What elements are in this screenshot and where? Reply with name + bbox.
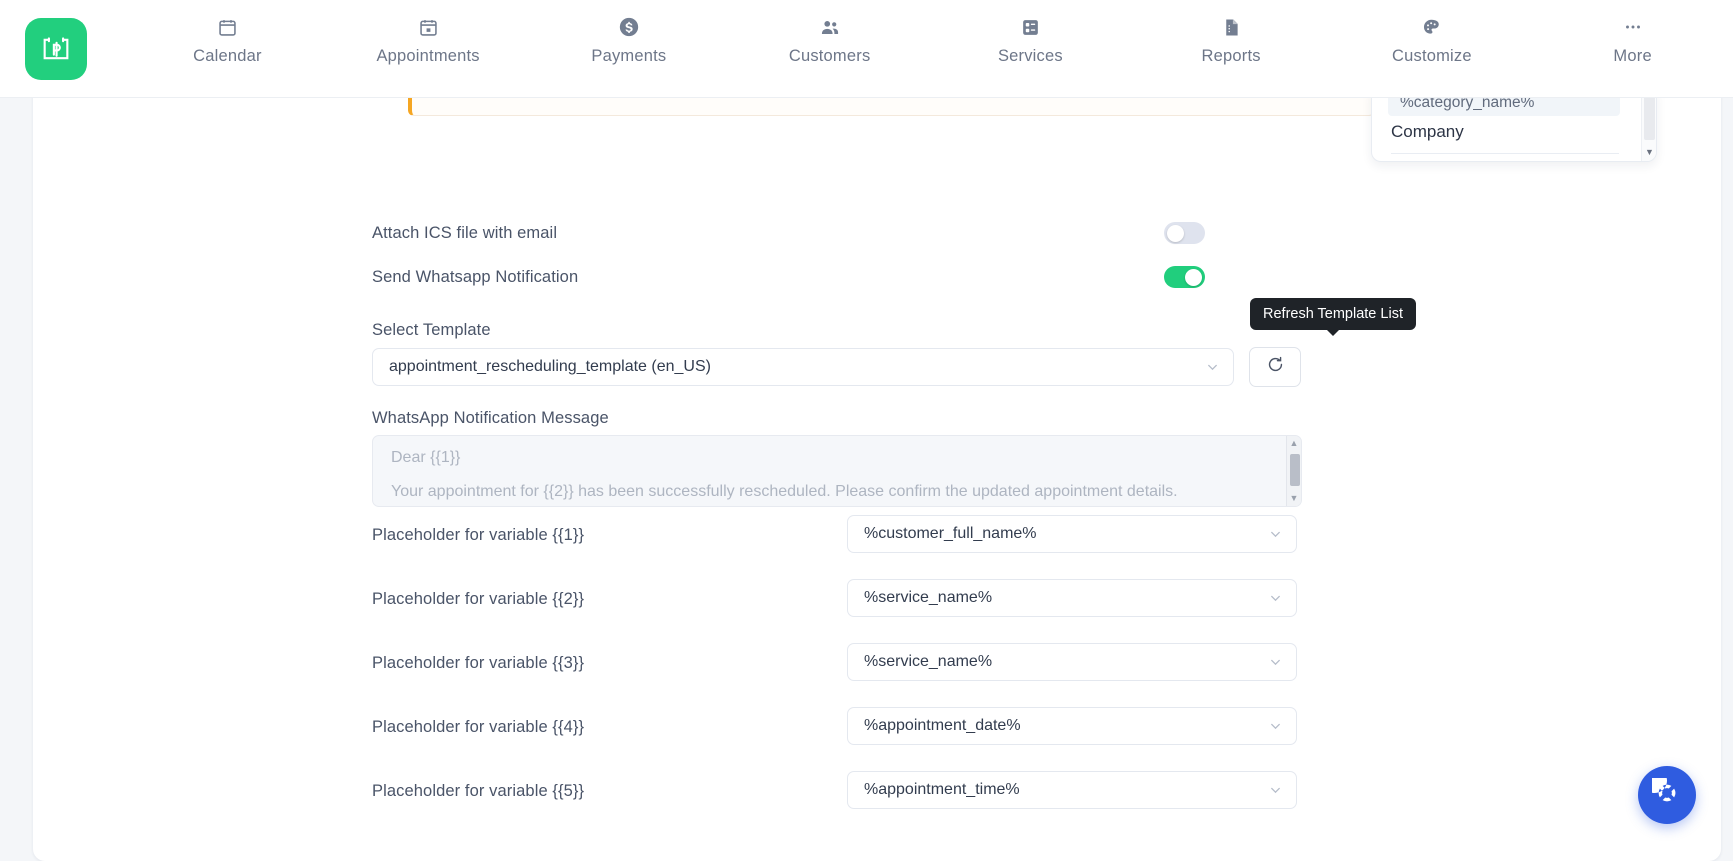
lifebuoy-help-icon bbox=[1642, 768, 1682, 813]
nav-label: Appointments bbox=[376, 47, 480, 65]
message-line-2: Your appointment for {{2}} has been succ… bbox=[391, 483, 1178, 500]
placeholder-2-label: Placeholder for variable {{2}} bbox=[372, 590, 585, 608]
calendar-icon bbox=[216, 16, 238, 38]
nav-items: Calendar Appointments Payments Customers… bbox=[127, 0, 1733, 97]
select-template-dropdown[interactable]: appointment_rescheduling_template (en_US… bbox=[372, 348, 1234, 386]
top-navigation-bar: Calendar Appointments Payments Customers… bbox=[0, 0, 1733, 98]
nav-item-appointments[interactable]: Appointments bbox=[328, 16, 529, 66]
placeholder-4-label: Placeholder for variable {{4}} bbox=[372, 718, 585, 736]
variables-section-heading: Company bbox=[1391, 122, 1619, 154]
document-report-icon bbox=[1220, 16, 1242, 38]
scroll-down-arrow-icon[interactable]: ▼ bbox=[1645, 148, 1654, 157]
scroll-down-arrow-icon[interactable]: ▼ bbox=[1290, 494, 1299, 503]
nav-item-more[interactable]: More bbox=[1532, 16, 1733, 66]
whatsapp-message-textarea[interactable]: Dear {{1}} Your appointment for {{2}} ha… bbox=[372, 435, 1302, 507]
nav-item-calendar[interactable]: Calendar bbox=[127, 16, 328, 66]
nav-item-customize[interactable]: Customize bbox=[1332, 16, 1533, 66]
placeholder-5-label: Placeholder for variable {{5}} bbox=[372, 782, 585, 800]
message-line-1: Dear {{1}} bbox=[391, 449, 461, 466]
services-grid-icon bbox=[1019, 16, 1041, 38]
variables-dropdown-panel: %category_name% Company ▼ bbox=[1371, 90, 1657, 162]
placeholder-3-dropdown[interactable]: %service_name% bbox=[847, 643, 1297, 681]
refresh-icon bbox=[1266, 355, 1285, 379]
tooltip-arrow bbox=[1325, 329, 1340, 336]
scrollbar-thumb[interactable] bbox=[1289, 454, 1300, 486]
palette-icon bbox=[1421, 16, 1443, 38]
chevron-down-icon bbox=[1268, 527, 1283, 542]
placeholder-3-label: Placeholder for variable {{3}} bbox=[372, 654, 585, 672]
placeholder-5-dropdown[interactable]: %appointment_time% bbox=[847, 771, 1297, 809]
attach-ics-label: Attach ICS file with email bbox=[372, 223, 558, 242]
placeholder-2-dropdown[interactable]: %service_name% bbox=[847, 579, 1297, 617]
send-whatsapp-toggle[interactable] bbox=[1164, 266, 1205, 288]
toggle-knob bbox=[1185, 268, 1202, 286]
select-template-value: appointment_rescheduling_template (en_US… bbox=[389, 358, 711, 375]
booking-logo-icon bbox=[39, 32, 73, 66]
placeholder-1-dropdown[interactable]: %customer_full_name% bbox=[847, 515, 1297, 553]
placeholder-1-label: Placeholder for variable {{1}} bbox=[372, 526, 585, 544]
chevron-down-icon bbox=[1268, 719, 1283, 734]
nav-item-reports[interactable]: Reports bbox=[1131, 16, 1332, 66]
nav-label: Reports bbox=[1201, 47, 1261, 65]
send-whatsapp-row: Send Whatsapp Notification bbox=[372, 264, 1205, 290]
people-icon bbox=[819, 16, 841, 38]
refresh-template-button[interactable] bbox=[1249, 347, 1301, 387]
app-logo[interactable] bbox=[25, 17, 87, 80]
placeholder-4-dropdown[interactable]: %appointment_date% bbox=[847, 707, 1297, 745]
nav-label: Payments bbox=[591, 47, 667, 65]
refresh-template-tooltip: Refresh Template List bbox=[1250, 298, 1416, 336]
page-body: limitations. If you want more accurate n… bbox=[0, 90, 1733, 861]
send-whatsapp-label: Send Whatsapp Notification bbox=[372, 267, 579, 286]
variables-panel-scrollbar[interactable]: ▼ bbox=[1641, 90, 1656, 161]
dollar-coin-icon bbox=[618, 16, 640, 38]
nav-item-services[interactable]: Services bbox=[930, 16, 1131, 66]
attach-ics-row: Attach ICS file with email bbox=[372, 220, 1205, 246]
notification-settings-card: limitations. If you want more accurate n… bbox=[33, 90, 1721, 861]
whatsapp-message-label: WhatsApp Notification Message bbox=[372, 409, 609, 427]
attach-ics-toggle[interactable] bbox=[1164, 222, 1205, 244]
placeholder-1-value: %customer_full_name% bbox=[864, 525, 1037, 542]
nav-label: More bbox=[1613, 47, 1652, 65]
scroll-up-arrow-icon[interactable]: ▲ bbox=[1290, 439, 1299, 448]
chevron-down-icon bbox=[1205, 360, 1220, 375]
nav-item-payments[interactable]: Payments bbox=[529, 16, 730, 66]
nav-item-customers[interactable]: Customers bbox=[729, 16, 930, 66]
support-help-button[interactable] bbox=[1638, 766, 1696, 824]
tooltip-text: Refresh Template List bbox=[1263, 306, 1403, 322]
message-scrollbar[interactable]: ▲ ▼ bbox=[1286, 436, 1301, 506]
placeholder-2-value: %service_name% bbox=[864, 589, 993, 606]
chevron-down-icon bbox=[1268, 591, 1283, 606]
placeholder-3-value: %service_name% bbox=[864, 653, 993, 670]
nav-label: Customers bbox=[788, 47, 871, 65]
ellipsis-icon bbox=[1622, 16, 1644, 38]
nav-label: Customize bbox=[1392, 47, 1472, 65]
chevron-down-icon bbox=[1268, 783, 1283, 798]
nav-label: Services bbox=[997, 47, 1063, 65]
chevron-down-icon bbox=[1268, 655, 1283, 670]
placeholder-5-value: %appointment_time% bbox=[864, 781, 1020, 798]
nav-label: Calendar bbox=[193, 47, 262, 65]
appointments-calendar-icon bbox=[417, 16, 439, 38]
toggle-knob bbox=[1167, 224, 1184, 242]
placeholder-4-value: %appointment_date% bbox=[864, 717, 1021, 734]
select-template-label: Select Template bbox=[372, 321, 491, 339]
